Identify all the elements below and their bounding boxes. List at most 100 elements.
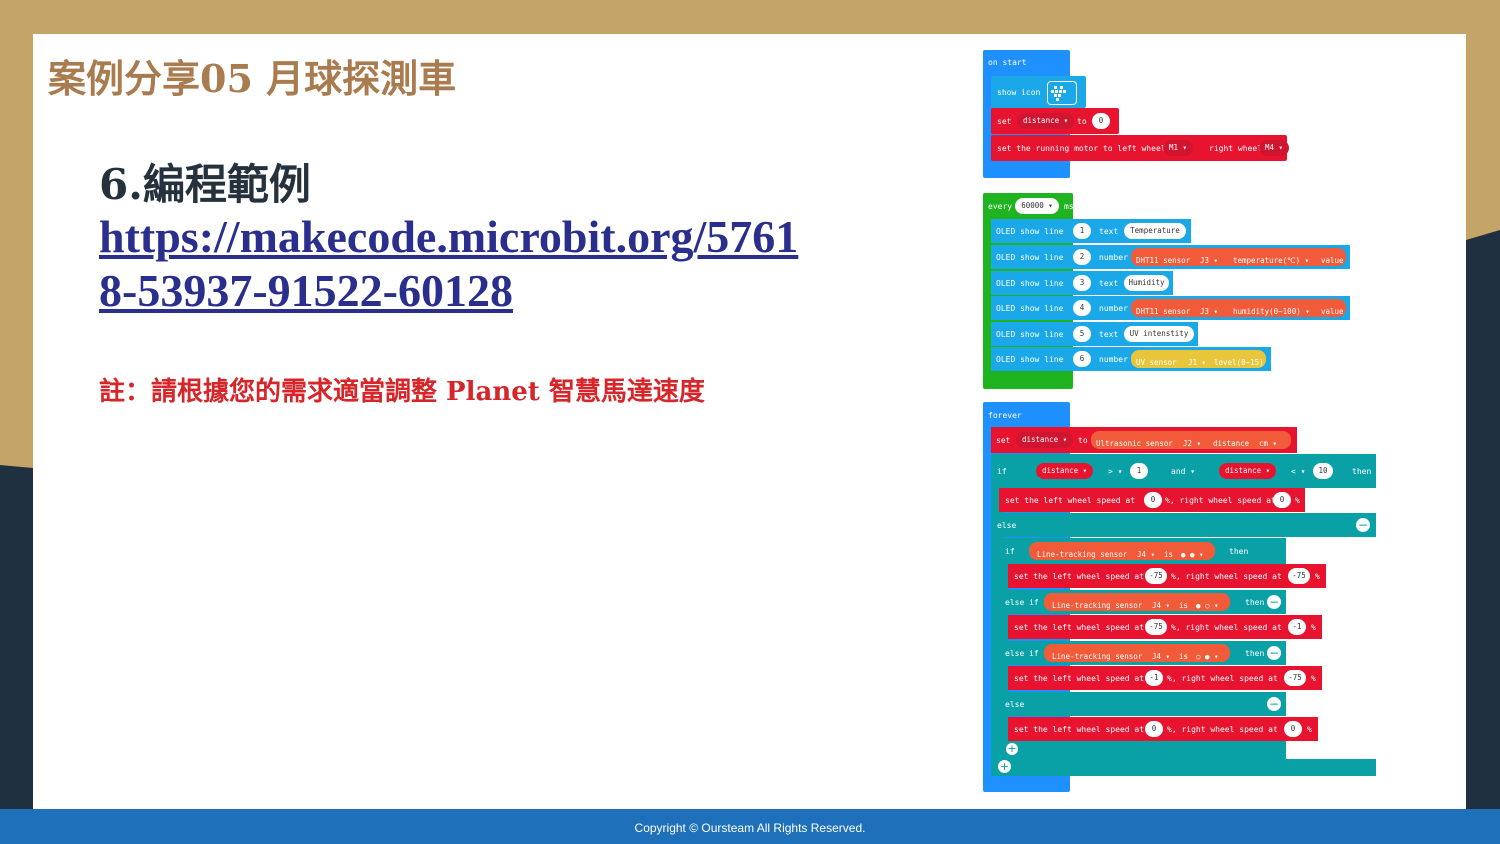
uv-intensity-string[interactable]: UV intenstity	[1124, 326, 1194, 342]
oled-line-4-block[interactable]: OLED show line 4 number DHT11 sensor J3 …	[991, 296, 1350, 320]
set-distance-block[interactable]: set distance ▾ to 0	[991, 108, 1119, 134]
state-right-dropdown[interactable]: ○ ● ▾	[1196, 649, 1219, 665]
remove-else-if-icon[interactable]: −	[1267, 646, 1281, 660]
line-sensor-label: Line-tracking sensor	[1052, 601, 1143, 610]
percent-label: %	[1315, 572, 1320, 581]
right-speed-value[interactable]: 0	[1273, 492, 1291, 508]
j4-dropdown[interactable]: J4 ▾	[1152, 598, 1170, 614]
j3-dropdown[interactable]: J3 ▾	[1200, 304, 1218, 320]
then-label: then	[1245, 598, 1265, 607]
zero-value[interactable]: 0	[1092, 113, 1110, 129]
line-number-3[interactable]: 3	[1073, 275, 1091, 291]
j3-dropdown[interactable]: J3 ▾	[1200, 253, 1218, 269]
turn-speed-block-1[interactable]: set the left wheel speed at -75 %, right…	[1008, 564, 1326, 588]
oled-line-3-block[interactable]: OLED show line 3 text Humidity	[991, 271, 1173, 295]
show-icon-block[interactable]: show icon	[991, 76, 1086, 108]
if-distance-block[interactable]: if distance ▾ > ▾ 1 and ▾ distance ▾ < ▾…	[991, 454, 1376, 488]
left-speed-value[interactable]: -1	[1145, 670, 1163, 686]
ultrasonic-reporter[interactable]: Ultrasonic sensor J2 ▾ distance cm ▾	[1091, 431, 1291, 449]
percent-label: %	[1311, 623, 1316, 632]
else-if-row-2[interactable]: else if Line-tracking sensor J4 ▾ is ○ ●…	[999, 641, 1286, 665]
oled-line-2-block[interactable]: OLED show line 2 number DHT11 sensor J3 …	[991, 245, 1350, 269]
uv-sensor-reporter[interactable]: UV sensor J1 ▾ level(0~15)	[1131, 350, 1266, 368]
oled-line-5-block[interactable]: OLED show line 5 text UV intenstity	[991, 322, 1198, 346]
text-label: text	[1099, 279, 1119, 288]
makecode-link[interactable]: https://makecode.microbit.org/57618-5393…	[99, 210, 819, 318]
else-if-label: else if	[1005, 598, 1039, 607]
distance-var-left[interactable]: distance ▾	[1036, 463, 1094, 479]
temperature-string[interactable]: Temperature	[1124, 223, 1186, 239]
then-label: then	[1229, 547, 1249, 556]
oled-line-1-block[interactable]: OLED show line 1 text Temperature	[991, 219, 1191, 243]
running-motor-block[interactable]: set the running motor to left wheel M1 ▾…	[991, 135, 1290, 161]
heart-icon[interactable]	[1047, 81, 1077, 105]
left-speed-label: set the left wheel speed at	[1014, 725, 1145, 734]
left-speed-value[interactable]: -75	[1145, 568, 1167, 584]
line-number-2[interactable]: 2	[1073, 249, 1091, 265]
oled-label: OLED show line	[996, 227, 1064, 236]
set-distance-ultrasonic-block[interactable]: set distance ▾ to Ultrasonic sensor J2 ▾…	[991, 427, 1297, 453]
remove-else-if-icon[interactable]: −	[1267, 595, 1281, 609]
interval-dropdown[interactable]: 60000 ▾	[1015, 198, 1059, 214]
line-number-4[interactable]: 4	[1073, 300, 1091, 316]
gt-operator[interactable]: > ▾	[1108, 467, 1122, 476]
add-else-if-icon[interactable]: +	[998, 760, 1011, 773]
temperature-option[interactable]: temperature(℃) ▾	[1233, 253, 1309, 269]
line-number-6[interactable]: 6	[1073, 351, 1091, 367]
turn-speed-block-3[interactable]: set the left wheel speed at -1 %, right …	[1008, 666, 1322, 690]
line-tracking-condition-3[interactable]: Line-tracking sensor J4 ▾ is ○ ● ▾	[1044, 644, 1230, 662]
remove-else-icon[interactable]: −	[1267, 697, 1281, 711]
and-operator[interactable]: and ▾	[1171, 467, 1195, 476]
min-distance-value[interactable]: 1	[1130, 463, 1148, 479]
m4-dropdown[interactable]: M4 ▾	[1259, 140, 1290, 156]
inner-else-row[interactable]: else −	[999, 692, 1286, 716]
oled-line-6-block[interactable]: OLED show line 6 number UV sensor J1 ▾ l…	[991, 347, 1271, 371]
left-speed-value[interactable]: 0	[1144, 492, 1162, 508]
line-tracking-condition-1[interactable]: Line-tracking sensor J4 ▾ is ● ● ▾	[1029, 542, 1215, 560]
state-left-dropdown[interactable]: ● ○ ▾	[1196, 598, 1219, 614]
percent-label: %	[1307, 725, 1312, 734]
percent-label: %	[1311, 674, 1316, 683]
max-distance-value[interactable]: 10	[1313, 463, 1333, 479]
left-speed-label: set the left wheel speed at	[1014, 572, 1145, 581]
turn-speed-block-2[interactable]: set the left wheel speed at -75 %, right…	[1008, 615, 1322, 639]
left-speed-value[interactable]: 0	[1145, 721, 1163, 737]
set-label: set	[997, 117, 1012, 126]
dht11-humidity-reporter[interactable]: DHT11 sensor J3 ▾ humidity(0~100) ▾ valu…	[1131, 299, 1346, 317]
add-inner-else-if-icon[interactable]: +	[1006, 743, 1018, 755]
left-speed-label: set the left wheel speed at	[1014, 674, 1145, 683]
else-row[interactable]: else −	[991, 513, 1376, 537]
line-tracking-condition-2[interactable]: Line-tracking sensor J4 ▾ is ● ○ ▾	[1044, 593, 1230, 611]
dht-sensor-label: DHT11 sensor	[1136, 256, 1191, 265]
distance-dropdown[interactable]: distance ▾	[1017, 113, 1075, 129]
humidity-string[interactable]: Humidity	[1124, 275, 1169, 291]
inner-if-footer[interactable]: +	[999, 741, 1286, 759]
j2-dropdown[interactable]: J2 ▾	[1183, 436, 1201, 452]
is-label: is	[1164, 550, 1174, 559]
m1-dropdown[interactable]: M1 ▾	[1163, 140, 1194, 156]
line-number-5[interactable]: 5	[1073, 326, 1091, 342]
stop-speed-block-inner[interactable]: set the left wheel speed at 0 %, right w…	[1008, 717, 1318, 741]
humidity-option[interactable]: humidity(0~100) ▾	[1233, 304, 1310, 320]
remove-else-icon[interactable]: −	[1356, 518, 1370, 532]
right-speed-value[interactable]: -75	[1284, 670, 1306, 686]
line-number-1[interactable]: 1	[1073, 223, 1091, 239]
j4-dropdown[interactable]: J4 ▾	[1152, 649, 1170, 665]
right-speed-value[interactable]: -1	[1288, 619, 1306, 635]
j4-dropdown[interactable]: J4 ▾	[1137, 547, 1155, 563]
else-label: else	[1005, 700, 1025, 709]
inner-if-block[interactable]: if Line-tracking sensor J4 ▾ is ● ● ▾ th…	[999, 538, 1286, 564]
j1-dropdown[interactable]: J1 ▾	[1188, 355, 1206, 371]
right-speed-value[interactable]: -75	[1288, 568, 1310, 584]
dht11-temp-reporter[interactable]: DHT11 sensor J3 ▾ temperature(℃) ▾ value	[1131, 248, 1346, 266]
left-speed-value[interactable]: -75	[1145, 619, 1167, 635]
cm-dropdown[interactable]: cm ▾	[1259, 436, 1277, 452]
state-both-dropdown[interactable]: ● ● ▾	[1181, 547, 1204, 563]
else-if-row-1[interactable]: else if Line-tracking sensor J4 ▾ is ● ○…	[999, 590, 1286, 614]
outer-if-footer[interactable]: +	[991, 759, 1376, 776]
lt-operator[interactable]: < ▾	[1291, 467, 1305, 476]
distance-var-right[interactable]: distance ▾	[1219, 463, 1277, 479]
right-speed-value[interactable]: 0	[1284, 721, 1302, 737]
stop-wheels-block[interactable]: set the left wheel speed at 0 %, right w…	[999, 488, 1305, 512]
distance-dropdown[interactable]: distance ▾	[1016, 432, 1074, 448]
